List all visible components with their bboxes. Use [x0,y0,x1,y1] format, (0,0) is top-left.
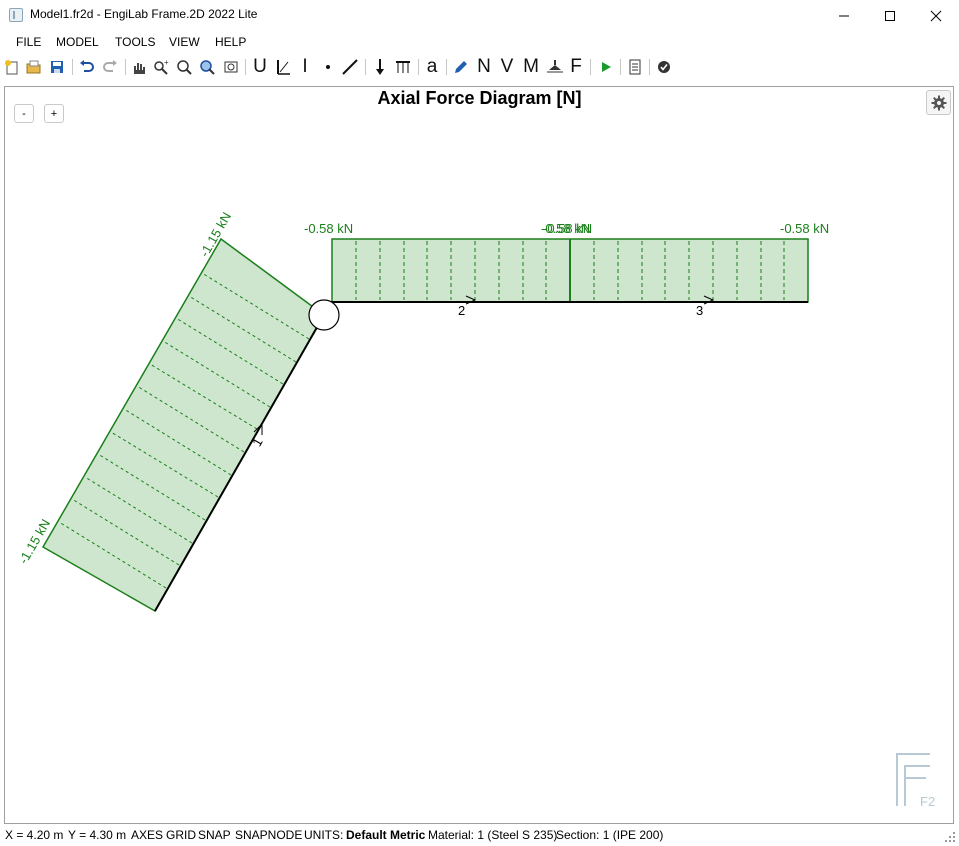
status-snap[interactable]: SNAP [198,828,231,842]
status-units-value: Default Metric [346,828,426,842]
member-3-start-value: -0.58 kN [543,221,592,236]
f2-logo-text: F2 [920,794,935,809]
member-3-end-value: -0.58 kN [780,221,829,236]
member-2-id: 2 [458,303,465,318]
status-snapnode[interactable]: SNAPNODE [235,828,302,842]
axial-force-diagram: 1 2 3 -1.15 kN -1.15 kN -0.58 kN -0.58 k… [16,209,936,809]
member-3-id: 3 [696,303,703,318]
resize-grip-icon[interactable] [944,831,956,843]
member-2-start-value: -0.58 kN [304,221,353,236]
status-bar: X = 4.20 m Y = 4.30 m AXES GRID SNAP SNA… [0,825,959,846]
status-x: X = 4.20 m [5,828,64,842]
status-section: Section: 1 (IPE 200) [556,828,664,842]
status-material: Material: 1 (Steel S 235) [428,828,558,842]
status-axes[interactable]: AXES [131,828,163,842]
status-grid[interactable]: GRID [166,828,196,842]
status-y: Y = 4.30 m [68,828,127,842]
member-1-id: 1 [249,435,266,449]
member-1-diagram-area [41,237,325,613]
status-units-label: UNITS: [304,828,344,842]
hinge-node[interactable] [308,299,340,331]
